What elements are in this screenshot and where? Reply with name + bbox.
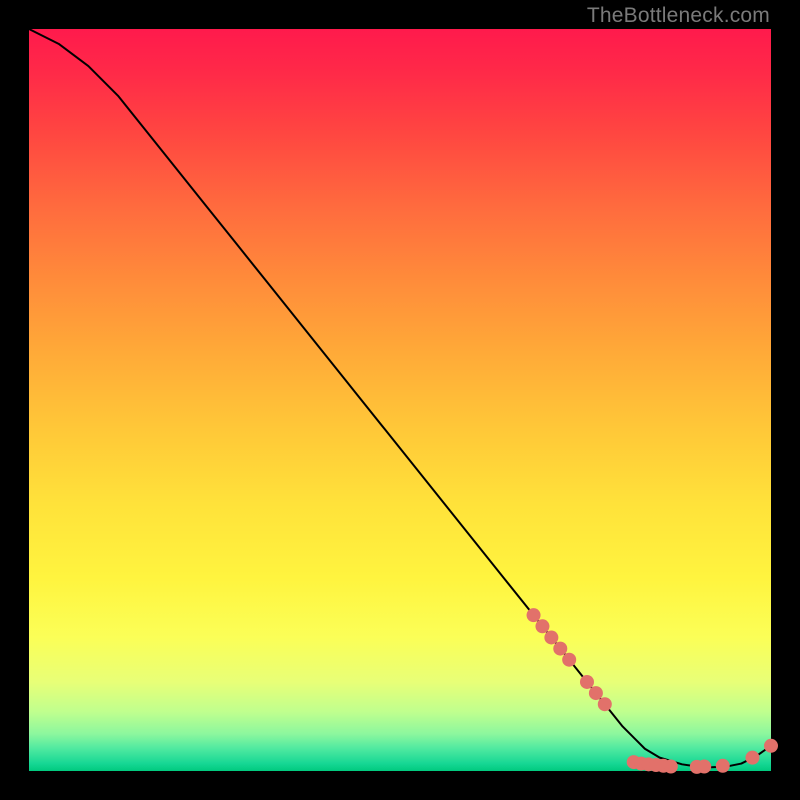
- data-point: [527, 608, 541, 622]
- curve-line: [29, 29, 771, 767]
- data-point: [716, 759, 730, 773]
- data-point: [553, 642, 567, 656]
- data-point: [589, 686, 603, 700]
- data-point: [664, 760, 678, 774]
- data-point: [764, 739, 778, 753]
- data-point: [580, 675, 594, 689]
- curve-markers: [527, 608, 778, 774]
- chart-frame: TheBottleneck.com: [0, 0, 800, 800]
- watermark-text: TheBottleneck.com: [587, 4, 770, 28]
- plot-area: [29, 29, 771, 771]
- data-point: [598, 697, 612, 711]
- chart-overlay: [29, 29, 771, 771]
- data-point: [535, 619, 549, 633]
- data-point: [697, 760, 711, 774]
- data-point: [544, 630, 558, 644]
- data-point: [562, 653, 576, 667]
- data-point: [745, 751, 759, 765]
